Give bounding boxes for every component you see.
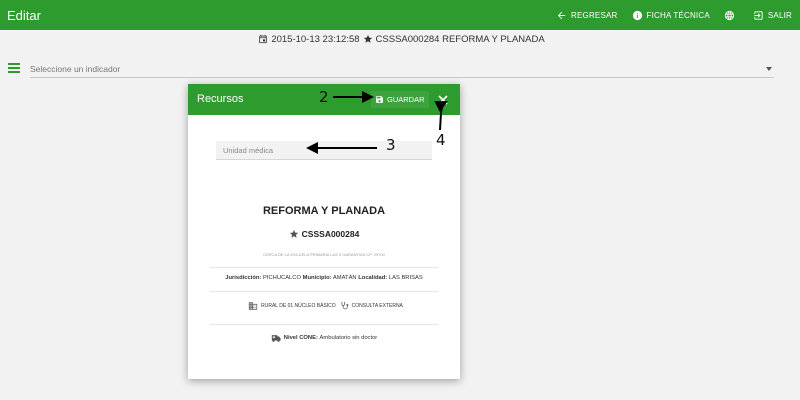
- record-datetime: 2015-10-13 23:12:58: [271, 33, 360, 45]
- municipality-value: AMATÁN: [332, 275, 357, 281]
- divider: [210, 267, 438, 268]
- page-title: Editar: [7, 8, 41, 23]
- globe-icon: [724, 10, 734, 20]
- close-button[interactable]: [437, 93, 449, 105]
- star-icon: [363, 34, 372, 43]
- appbar-actions: REGRESAR FICHA TÉCNICA SALIR: [542, 0, 792, 30]
- star-icon: [289, 229, 298, 238]
- indicator-placeholder: Seleccione un indicador: [30, 64, 121, 74]
- jurisdiction-line: Jurisdicción: PICHUCALCO Municipio: AMAT…: [188, 275, 460, 281]
- ambulance-icon: [271, 335, 281, 342]
- medical-unit-input[interactable]: [216, 141, 432, 160]
- app-bar: Editar REGRESAR FICHA TÉCNICA SALIR: [0, 0, 800, 30]
- exit-button-label: SALIR: [767, 10, 792, 20]
- jurisdiction-value: PICHUCALCO: [262, 275, 301, 281]
- divider: [210, 291, 438, 292]
- annotation-number-4: 4: [436, 131, 446, 149]
- cone-level-label: Nivel CONE:: [283, 335, 318, 341]
- exit-icon: [754, 10, 763, 20]
- stethoscope-icon: [341, 301, 349, 310]
- annotation-number-3: 3: [386, 136, 396, 154]
- technical-sheet-label: FICHA TÉCNICA: [646, 10, 710, 20]
- chevron-down-icon: [766, 67, 772, 71]
- unit-type: RURAL DE 01 NÚCLEO BÁSICO: [261, 303, 336, 309]
- building-icon: [248, 302, 258, 310]
- arrow-left-icon: [557, 11, 566, 19]
- record-clues: CSSSA000284 REFORMA Y PLANADA: [375, 33, 545, 45]
- place-name: REFORMA Y PLANADA: [262, 205, 386, 217]
- unit-type-line: RURAL DE 01 NÚCLEO BÁSICO CONSULTA EXTER…: [188, 301, 460, 311]
- cone-level-line: Nivel CONE: Ambulatorio sin doctor: [188, 334, 460, 342]
- save-button[interactable]: GUARDAR: [371, 91, 429, 108]
- save-icon: [376, 96, 383, 103]
- annotation-number-2: 2: [319, 88, 329, 106]
- locality-value: LAS BRISAS: [388, 275, 423, 281]
- jurisdiction-label: Jurisdicción:: [225, 275, 262, 281]
- locality-label: Localidad:: [358, 275, 388, 281]
- back-button-label: REGRESAR: [571, 10, 618, 20]
- service-type: CONSULTA EXTERNA: [351, 303, 403, 309]
- calendar-icon: [259, 34, 268, 44]
- info-icon: [632, 10, 642, 20]
- municipality-label: Municipio:: [302, 275, 332, 281]
- clues-code: CSSSA000284: [188, 229, 460, 239]
- divider: [210, 324, 438, 325]
- record-subheader: 2015-10-13 23:12:58 CSSSA000284 REFORMA …: [0, 30, 800, 48]
- indicator-select[interactable]: Seleccione un indicador: [30, 60, 774, 78]
- menu-icon[interactable]: [8, 63, 20, 73]
- back-button[interactable]: REGRESAR: [556, 10, 618, 21]
- cone-level-value: Ambulatorio sin doctor: [319, 335, 378, 341]
- technical-sheet-button[interactable]: FICHA TÉCNICA: [632, 10, 710, 21]
- address: CERCA DE LA ESCUELA PRIMARIA LAS 3 GARAN…: [263, 252, 385, 257]
- exit-button[interactable]: SALIR: [753, 10, 792, 21]
- clues-code-text: CSSSA000284: [301, 229, 360, 239]
- indicator-row: Seleccione un indicador: [8, 60, 774, 78]
- save-button-label: GUARDAR: [387, 95, 425, 104]
- resources-dialog: Recursos GUARDAR REFORMA Y PLANADA CSSSA…: [188, 84, 460, 379]
- close-icon: [438, 95, 448, 105]
- language-button[interactable]: [724, 10, 739, 21]
- dialog-title: Recursos: [197, 93, 244, 105]
